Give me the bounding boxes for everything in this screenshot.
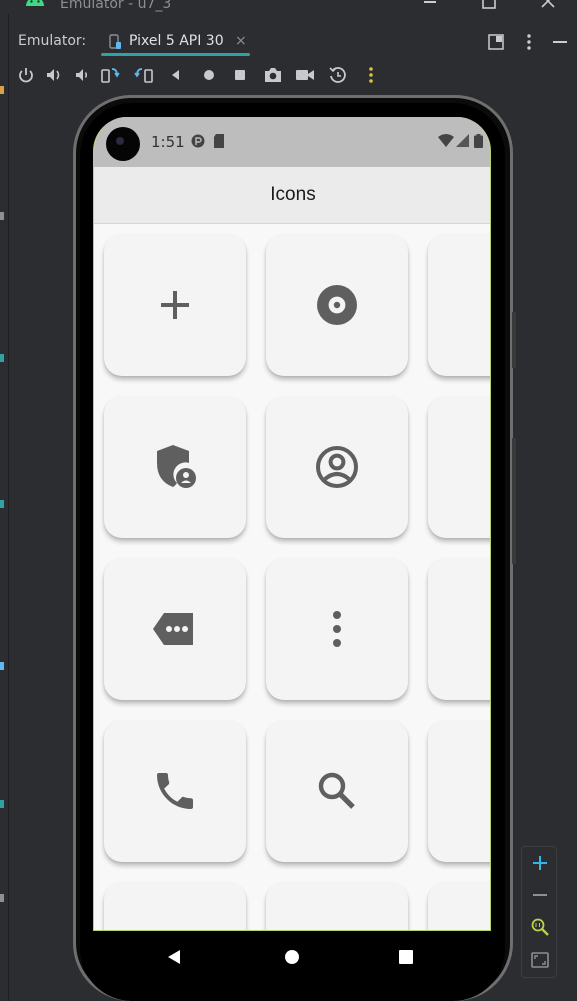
zoom-out-icon[interactable] bbox=[530, 885, 550, 905]
tab-prefix-label: Emulator: bbox=[18, 33, 87, 49]
back-icon[interactable] bbox=[166, 65, 186, 85]
tab-active-indicator bbox=[101, 53, 250, 56]
device-volume-rocker[interactable] bbox=[512, 438, 516, 564]
screenshot-icon[interactable] bbox=[263, 65, 283, 85]
status-bar: 1:51 bbox=[94, 117, 490, 167]
snapshot-icon[interactable] bbox=[328, 65, 348, 85]
nav-back-icon[interactable] bbox=[165, 947, 185, 967]
window-title: Emulator - u7_3 bbox=[60, 0, 172, 12]
device-icon bbox=[109, 34, 121, 49]
emulator-toolbar bbox=[10, 60, 577, 90]
tile-account-circle[interactable] bbox=[266, 396, 408, 538]
overview-icon[interactable] bbox=[230, 65, 250, 85]
search-icon bbox=[318, 772, 355, 809]
layout-toggle-icon[interactable] bbox=[487, 33, 505, 51]
zoom-1-1-icon[interactable] bbox=[530, 917, 550, 937]
emulator-window: Emulator - u7_3 Emulator: Pixel 5 API 30… bbox=[0, 0, 577, 1001]
hide-panel-icon[interactable] bbox=[551, 33, 569, 51]
options-icon[interactable] bbox=[520, 33, 538, 51]
app-bar: Icons bbox=[94, 167, 490, 224]
tile-partial[interactable] bbox=[428, 234, 491, 376]
tile-call[interactable] bbox=[104, 720, 246, 862]
partial-icon bbox=[475, 605, 491, 653]
tile-search[interactable] bbox=[266, 720, 408, 862]
call-icon bbox=[157, 773, 193, 809]
volume-up-icon[interactable] bbox=[44, 65, 64, 85]
tab-pixel-5[interactable]: Pixel 5 API 30 × bbox=[101, 30, 260, 56]
front-camera bbox=[106, 127, 140, 161]
volume-down-icon[interactable] bbox=[72, 65, 92, 85]
tab-row: Emulator: Pixel 5 API 30 × bbox=[10, 26, 577, 58]
nav-recents-icon[interactable] bbox=[396, 947, 416, 967]
tile-cutoff[interactable] bbox=[428, 882, 490, 930]
android-logo-icon bbox=[26, 0, 44, 6]
rotate-right-icon[interactable] bbox=[134, 65, 154, 85]
emulator-side-panel bbox=[521, 846, 557, 978]
tab-label: Pixel 5 API 30 bbox=[129, 33, 224, 49]
strip-marker bbox=[0, 800, 4, 808]
home-icon[interactable] bbox=[199, 65, 219, 85]
zoom-in-icon[interactable] bbox=[530, 853, 550, 873]
tile-album[interactable] bbox=[266, 234, 408, 376]
more-vert-icon bbox=[333, 611, 341, 647]
fit-screen-icon[interactable] bbox=[530, 950, 550, 970]
sd-card-icon bbox=[214, 134, 224, 148]
tile-partial[interactable] bbox=[428, 396, 491, 538]
rotate-left-icon[interactable] bbox=[100, 65, 120, 85]
strip-marker bbox=[0, 662, 4, 670]
window-titlebar: Emulator - u7_3 bbox=[0, 0, 577, 14]
admin-shield-icon bbox=[157, 445, 196, 488]
screen-record-icon[interactable] bbox=[295, 65, 315, 85]
strip-marker bbox=[0, 354, 4, 362]
strip-marker bbox=[0, 212, 4, 220]
strip-marker bbox=[0, 86, 4, 94]
more-icon[interactable] bbox=[361, 65, 381, 85]
ide-left-strip bbox=[0, 14, 9, 1001]
app-title: Icons bbox=[270, 184, 316, 205]
status-time: 1:51 bbox=[151, 133, 185, 151]
tile-cutoff[interactable] bbox=[266, 882, 408, 930]
cell-signal-icon bbox=[456, 134, 469, 147]
strip-marker bbox=[0, 500, 4, 508]
battery-icon bbox=[474, 134, 483, 148]
tile-more-tag[interactable] bbox=[104, 558, 246, 700]
tile-partial[interactable] bbox=[428, 720, 491, 862]
nav-home-icon[interactable] bbox=[282, 947, 302, 967]
album-icon bbox=[317, 285, 357, 325]
device-power-button[interactable] bbox=[512, 312, 516, 368]
close-window-icon[interactable] bbox=[538, 0, 558, 10]
minimize-icon[interactable] bbox=[420, 0, 440, 10]
nav-bar bbox=[93, 931, 491, 983]
tile-add[interactable] bbox=[104, 234, 246, 376]
tile-more-vert[interactable] bbox=[266, 558, 408, 700]
more-tag-icon bbox=[153, 613, 193, 645]
icon-grid bbox=[94, 224, 491, 930]
wifi-icon bbox=[438, 134, 454, 147]
strip-marker bbox=[0, 894, 4, 902]
maximize-icon[interactable] bbox=[479, 0, 499, 10]
power-icon[interactable] bbox=[16, 65, 36, 85]
device-screen: 1:51 Icons bbox=[93, 117, 491, 931]
partial-icon bbox=[475, 281, 491, 329]
account-circle-icon bbox=[316, 446, 358, 488]
partial-icon bbox=[475, 443, 491, 491]
tile-admin-shield[interactable] bbox=[104, 396, 246, 538]
tile-cutoff[interactable] bbox=[104, 882, 246, 930]
data-saver-icon bbox=[191, 134, 205, 148]
tile-partial[interactable] bbox=[428, 558, 491, 700]
add-icon bbox=[161, 291, 189, 319]
partial-icon bbox=[475, 767, 491, 815]
tab-close-icon[interactable]: × bbox=[235, 33, 247, 49]
